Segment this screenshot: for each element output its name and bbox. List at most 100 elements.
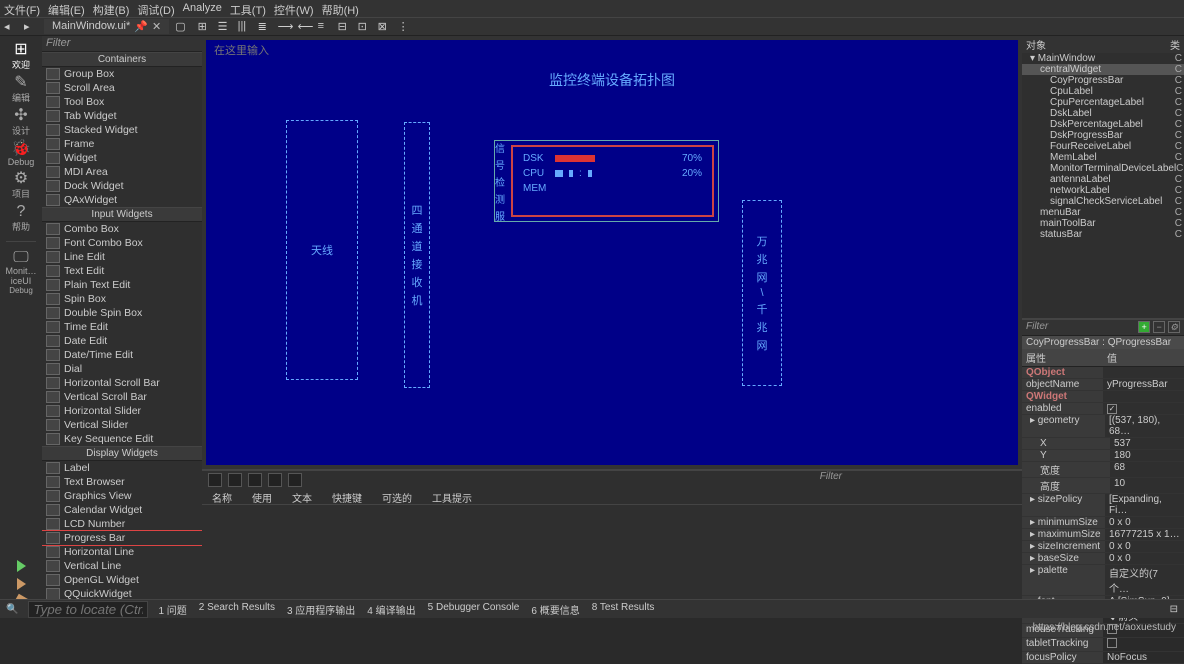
- col-header[interactable]: 可选的: [372, 489, 422, 504]
- close-panel-icon[interactable]: ⊟: [1170, 604, 1178, 615]
- split-icon[interactable]: ▢: [175, 20, 185, 33]
- close-icon[interactable]: ✕: [152, 20, 161, 33]
- menu-item[interactable]: 工具(T): [230, 2, 266, 15]
- widget-item[interactable]: Vertical Scroll Bar: [42, 390, 202, 404]
- tree-item[interactable]: CoyProgressBarC: [1022, 75, 1184, 86]
- toolbar-icon[interactable]: ⟶: [278, 20, 292, 34]
- widget-item[interactable]: QAxWidget: [42, 193, 202, 207]
- tree-item[interactable]: centralWidgetC: [1022, 64, 1184, 75]
- network-label[interactable]: 万兆网\千兆网: [742, 200, 782, 386]
- tree-item[interactable]: FourReceiveLabelC: [1022, 141, 1184, 152]
- tree-item[interactable]: ▾ MainWindowC: [1022, 53, 1184, 64]
- prop-row[interactable]: ▸ sizeIncrement0 x 0: [1022, 541, 1184, 553]
- widget-item[interactable]: Date Edit: [42, 334, 202, 348]
- mode-项目[interactable]: ⚙项目: [3, 169, 39, 202]
- antenna-label[interactable]: 天线: [286, 120, 358, 380]
- tree-item[interactable]: signalCheckServiceLabelC: [1022, 196, 1184, 207]
- edit-action-icon[interactable]: [288, 473, 302, 487]
- back-icon[interactable]: ◂: [4, 20, 18, 34]
- copy-action-icon[interactable]: [228, 473, 242, 487]
- widget-item[interactable]: Label: [42, 461, 202, 475]
- editor-tab[interactable]: MainWindow.ui* 📌 ✕: [44, 19, 169, 34]
- action-filter[interactable]: Filter: [820, 471, 842, 482]
- tree-item[interactable]: menuBarC: [1022, 207, 1184, 218]
- kit-selector[interactable]: 🖵Monit…iceUIDebug: [3, 248, 39, 297]
- output-tab[interactable]: 4 编译输出: [367, 602, 415, 617]
- tree-item[interactable]: MonitorTerminalDeviceLabelC: [1022, 163, 1184, 174]
- prop-row[interactable]: QObject: [1022, 367, 1184, 379]
- col-header[interactable]: 文本: [282, 489, 322, 504]
- prop-row[interactable]: ▸ maximumSize16777215 x 1…: [1022, 529, 1184, 541]
- output-tab[interactable]: 3 应用程序输出: [287, 602, 355, 617]
- tree-item[interactable]: mainToolBarC: [1022, 218, 1184, 229]
- widget-item[interactable]: OpenGL Widget: [42, 573, 202, 587]
- tree-item[interactable]: CpuPercentageLabelC: [1022, 97, 1184, 108]
- menu-item[interactable]: 帮助(H): [322, 2, 359, 15]
- prop-row[interactable]: Y180: [1022, 450, 1184, 462]
- widget-item[interactable]: Scroll Area: [42, 81, 202, 95]
- widget-item[interactable]: MDI Area: [42, 165, 202, 179]
- widget-item[interactable]: Calendar Widget: [42, 503, 202, 517]
- widget-item[interactable]: Key Sequence Edit: [42, 432, 202, 446]
- output-tab[interactable]: 5 Debugger Console: [428, 602, 520, 617]
- menu-item[interactable]: 调试(D): [137, 2, 174, 15]
- widget-item[interactable]: Time Edit: [42, 320, 202, 334]
- prop-row[interactable]: X537: [1022, 438, 1184, 450]
- prop-row[interactable]: ▸ palette自定义的(7 个…: [1022, 565, 1184, 596]
- widget-item[interactable]: Horizontal Scroll Bar: [42, 376, 202, 390]
- prop-row[interactable]: ▸ baseSize0 x 0: [1022, 553, 1184, 565]
- debug-run-button[interactable]: [17, 578, 26, 590]
- widget-item[interactable]: Widget: [42, 151, 202, 165]
- toolbar-icon[interactable]: ☰: [218, 20, 232, 34]
- col-header[interactable]: 工具提示: [422, 489, 482, 504]
- output-tab[interactable]: 1 问题: [158, 602, 186, 617]
- widget-item[interactable]: Dial: [42, 362, 202, 376]
- tree-item[interactable]: statusBarC: [1022, 229, 1184, 240]
- toolbar-icon[interactable]: ⟵: [298, 20, 312, 34]
- config-prop-icon[interactable]: ⚙: [1168, 321, 1180, 333]
- tree-item[interactable]: networkLabelC: [1022, 185, 1184, 196]
- widget-item[interactable]: Plain Text Edit: [42, 278, 202, 292]
- widget-item[interactable]: Horizontal Line: [42, 545, 202, 559]
- widget-item[interactable]: Dock Widget: [42, 179, 202, 193]
- widget-item[interactable]: Double Spin Box: [42, 306, 202, 320]
- widget-item[interactable]: Date/Time Edit: [42, 348, 202, 362]
- toolbar-icon[interactable]: ⋮: [398, 20, 412, 34]
- output-tab[interactable]: 8 Test Results: [592, 602, 655, 617]
- wb-section[interactable]: Input Widgets: [42, 207, 202, 222]
- prop-row[interactable]: 高度10: [1022, 478, 1184, 494]
- tree-item[interactable]: antennaLabelC: [1022, 174, 1184, 185]
- toolbar-icon[interactable]: ⊞: [198, 20, 212, 34]
- remove-prop-icon[interactable]: −: [1153, 321, 1165, 333]
- prop-row[interactable]: QWidget: [1022, 391, 1184, 403]
- output-tab[interactable]: 6 概要信息: [531, 602, 579, 617]
- prop-row[interactable]: ▸ minimumSize0 x 0: [1022, 517, 1184, 529]
- wb-section[interactable]: Containers: [42, 52, 202, 67]
- output-tab[interactable]: 2 Search Results: [199, 602, 275, 617]
- prop-row[interactable]: ▸ sizePolicy[Expanding, Fi…: [1022, 494, 1184, 517]
- widget-item[interactable]: Spin Box: [42, 292, 202, 306]
- prop-row[interactable]: objectNameyProgressBar: [1022, 379, 1184, 391]
- monitor-widget[interactable]: 信号检测服 DSK70%CPU:20%MEM: [494, 140, 719, 222]
- widget-item[interactable]: Text Browser: [42, 475, 202, 489]
- mode-设计[interactable]: ✣设计: [3, 106, 39, 139]
- toolbar-icon[interactable]: ≡: [318, 20, 332, 34]
- widget-item[interactable]: Frame: [42, 137, 202, 151]
- widget-item[interactable]: Horizontal Slider: [42, 404, 202, 418]
- prop-row[interactable]: tabletTracking: [1022, 638, 1184, 652]
- fwd-icon[interactable]: ▸: [24, 20, 38, 34]
- widget-item[interactable]: LCD Number: [42, 517, 202, 531]
- add-prop-icon[interactable]: +: [1138, 321, 1150, 333]
- mode-编辑[interactable]: ✎编辑: [3, 73, 39, 106]
- mode-欢迎[interactable]: ⊞欢迎: [3, 40, 39, 73]
- pin-icon[interactable]: 📌: [134, 20, 148, 33]
- toolbar-icon[interactable]: |||: [238, 20, 252, 34]
- prop-filter[interactable]: Filter + − ⚙: [1022, 320, 1184, 336]
- widget-item[interactable]: Group Box: [42, 67, 202, 81]
- widget-item[interactable]: Graphics View: [42, 489, 202, 503]
- widget-item[interactable]: Tool Box: [42, 95, 202, 109]
- locator-icon[interactable]: 🔍: [6, 604, 18, 615]
- widget-item[interactable]: Font Combo Box: [42, 236, 202, 250]
- tree-item[interactable]: MemLabelC: [1022, 152, 1184, 163]
- menu-item[interactable]: 文件(F): [4, 2, 40, 15]
